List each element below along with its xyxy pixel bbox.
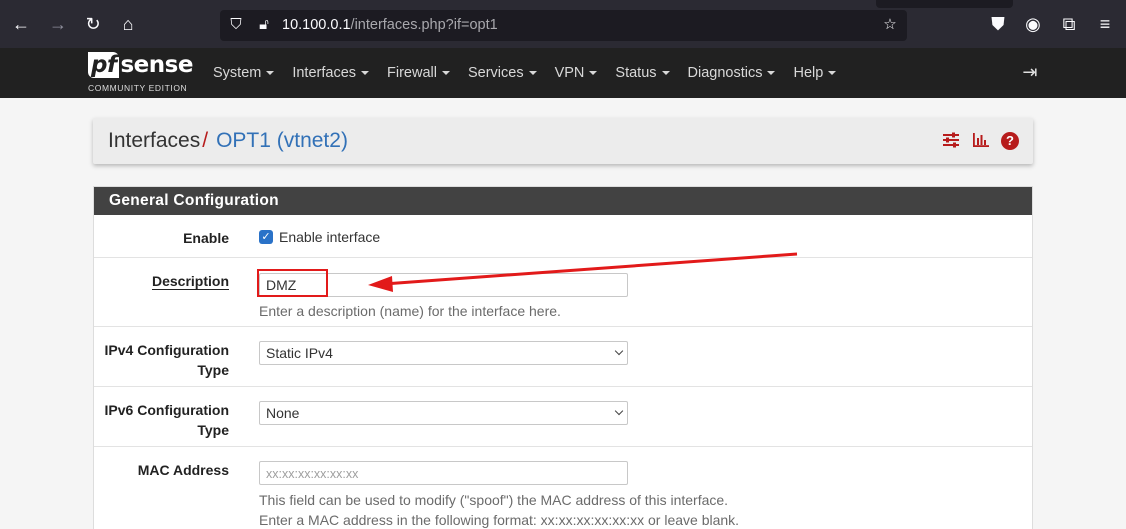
chevron-down-icon [614, 406, 624, 416]
ipv6-label: IPv6 Configuration Type [104, 402, 229, 438]
url-text[interactable]: 10.100.0.1/interfaces.php?if=opt1 [282, 17, 498, 33]
enable-label: Enable [183, 230, 229, 246]
breadcrumb-section[interactable]: Interfaces [108, 129, 200, 152]
ipv4-control: Static IPv4 [259, 341, 628, 365]
mac-row: MAC Address xx:xx:xx:xx:xx:xx This field… [94, 447, 1032, 529]
menu-diagnostics[interactable]: Diagnostics [688, 65, 776, 81]
logo-edition: COMMUNITY EDITION [88, 83, 188, 93]
chevron-down-icon [589, 71, 598, 76]
shield-icon[interactable]: ⛉ [226, 15, 246, 35]
breadcrumb-actions: ? [941, 131, 1019, 151]
description-help: Enter a description (name) for the inter… [259, 303, 561, 319]
ipv6-type-select[interactable]: None [259, 401, 628, 425]
menu-interfaces[interactable]: Interfaces [292, 65, 370, 81]
sliders-icon[interactable] [941, 131, 961, 151]
menu-vpn[interactable]: VPN [555, 65, 598, 81]
breadcrumb-separator: / [202, 129, 209, 152]
menu-services[interactable]: Services [468, 65, 537, 81]
mac-address-input[interactable]: xx:xx:xx:xx:xx:xx [259, 461, 628, 485]
logout-icon[interactable]: ⇥ [1019, 61, 1041, 83]
help-icon[interactable]: ? [1001, 132, 1019, 150]
bookmark-star-icon[interactable]: ☆ [880, 15, 900, 35]
ipv4-type-select[interactable]: Static IPv4 [259, 341, 628, 365]
mac-placeholder: xx:xx:xx:xx:xx:xx [266, 467, 359, 481]
ipv6-control: None [259, 401, 628, 425]
main-menu: System Interfaces Firewall Services VPN … [213, 48, 854, 98]
menu-status[interactable]: Status [615, 65, 670, 81]
chevron-down-icon [661, 71, 670, 76]
chevron-down-icon [266, 71, 275, 76]
mac-help-line2: Enter a MAC address in the following for… [259, 512, 740, 528]
pfsense-logo[interactable]: pf sense COMMUNITY EDITION [88, 52, 198, 94]
forward-arrow-icon[interactable]: → [47, 13, 69, 35]
chevron-down-icon [828, 71, 837, 76]
menu-icon[interactable]: ≡ [1094, 13, 1116, 35]
ipv4-row: IPv4 Configuration Type Static IPv4 [94, 327, 1032, 387]
browser-toolbar: ← → ↻ ⌂ ⛉ 🔓︎ 10.100.0.1/interfaces.php?i… [0, 0, 1126, 48]
page-title: Interfaces/ OPT1 (vtnet2) [108, 129, 348, 153]
bar-chart-icon[interactable] [971, 131, 991, 151]
home-icon[interactable]: ⌂ [117, 13, 139, 35]
chevron-down-icon [361, 71, 370, 76]
ipv6-row: IPv6 Configuration Type None [94, 387, 1032, 447]
description-label: Description [151, 273, 229, 290]
pocket-icon[interactable]: ⛊ [987, 13, 1009, 35]
reload-icon[interactable]: ↻ [82, 13, 104, 35]
lock-warning-icon[interactable]: 🔓︎ [254, 15, 274, 35]
panel-title: General Configuration [94, 187, 1032, 215]
menu-firewall[interactable]: Firewall [387, 65, 450, 81]
extensions-icon[interactable]: ⧉ [1058, 13, 1080, 35]
enable-control: ✓ Enable interface [259, 228, 380, 246]
annotation-highlight-box [257, 269, 328, 297]
chevron-down-icon [767, 71, 776, 76]
breadcrumb: Interfaces/ OPT1 (vtnet2) ? [93, 118, 1033, 164]
tab-strip [876, 0, 1013, 8]
enable-row: Enable ✓ Enable interface [94, 215, 1032, 258]
mac-label: MAC Address [137, 462, 229, 478]
back-arrow-icon[interactable]: ← [10, 13, 32, 35]
enable-checkbox[interactable]: ✓ [259, 229, 273, 244]
breadcrumb-current[interactable]: OPT1 (vtnet2) [216, 129, 348, 152]
url-host: 10.100.0.1 [282, 17, 351, 33]
url-bar[interactable]: ⛉ 🔓︎ 10.100.0.1/interfaces.php?if=opt1 ☆ [220, 10, 907, 41]
account-icon[interactable]: ◉ [1022, 13, 1044, 35]
logo-sense: sense [120, 52, 193, 78]
menu-system[interactable]: System [213, 65, 275, 81]
mac-help-line1: This field can be used to modify ("spoof… [259, 492, 729, 508]
pfsense-navbar: pf sense COMMUNITY EDITION System Interfa… [0, 48, 1126, 98]
description-row: Description DMZ Enter a description (nam… [94, 258, 1032, 327]
url-path: /interfaces.php?if=opt1 [350, 17, 498, 33]
menu-help[interactable]: Help [793, 65, 837, 81]
chevron-down-icon [614, 346, 624, 356]
logo-pf: pf [88, 52, 120, 78]
ipv4-label: IPv4 Configuration Type [104, 342, 229, 378]
chevron-down-icon [528, 71, 537, 76]
mac-control: xx:xx:xx:xx:xx:xx This field can be used… [259, 461, 739, 529]
general-configuration-panel: General Configuration Enable ✓ Enable int… [93, 186, 1033, 529]
enable-checkbox-label[interactable]: Enable interface [279, 229, 380, 245]
chevron-down-icon [441, 71, 450, 76]
